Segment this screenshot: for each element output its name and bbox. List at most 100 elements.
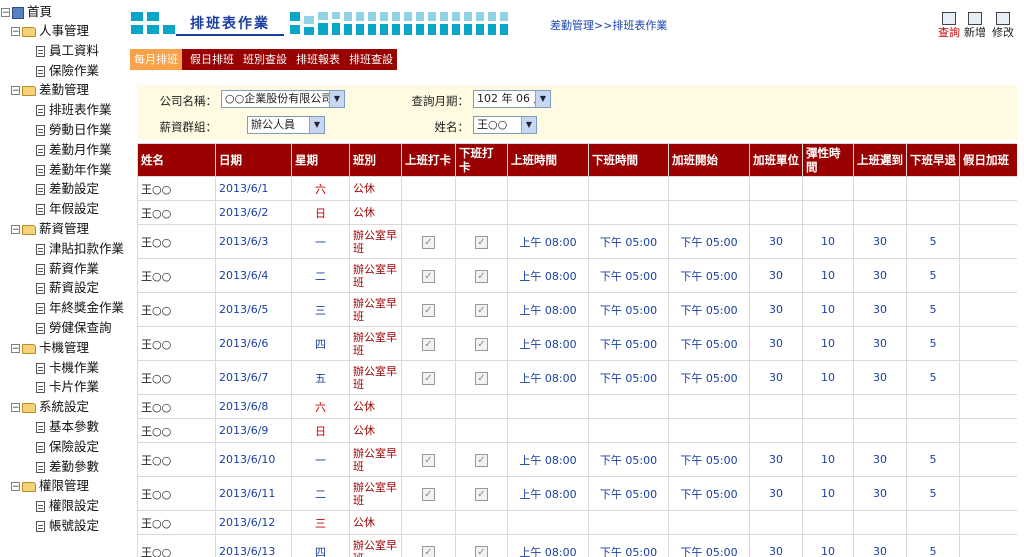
sidebar-item[interactable]: 卡片作業 (36, 377, 99, 396)
table-row[interactable]: 王○○ 2013/6/2 日公休 (137, 200, 1017, 225)
sidebar-item[interactable]: 員工資料 (36, 41, 99, 60)
clock-out-checkbox[interactable]: ✓ (475, 371, 488, 385)
collapse-icon[interactable]: − (11, 344, 20, 354)
sidebar-group[interactable]: − 權限管理 (11, 476, 89, 495)
name-select[interactable]: 王○○ ▼ (473, 116, 537, 134)
sidebar-item[interactable]: 薪資作業 (36, 259, 99, 278)
date-cell: 2013/6/4 (215, 258, 292, 293)
collapse-icon[interactable]: − (11, 403, 20, 413)
collapse-icon[interactable]: − (11, 86, 20, 96)
tab-monthly-schedule[interactable]: 每月排班 (130, 49, 182, 70)
shift-cell: 公休 (349, 418, 402, 443)
salary-group-select[interactable]: 辦公人員 ▼ (247, 116, 325, 134)
table-row[interactable]: 王○○ 2013/6/6 四辦公室早班 ✓ ✓ 上午 08:00 下午 05:00 下午 05… (137, 326, 1017, 361)
sidebar-group[interactable]: − 薪資管理 (11, 219, 89, 238)
sidebar-item[interactable]: 年假設定 (36, 199, 99, 218)
sidebar-group-label: 卡機管理 (39, 340, 90, 355)
page-icon (36, 462, 45, 473)
weekday-cell: 三 (291, 292, 350, 327)
clock-in-checkbox[interactable]: ✓ (422, 337, 435, 351)
sidebar-item[interactable]: 帳號設定 (36, 516, 99, 535)
overtime-start-cell: 下午 05:00 (668, 258, 750, 293)
table-row[interactable]: 王○○ 2013/6/12 三公休 (137, 510, 1017, 535)
tab-schedule-query[interactable]: 排班查設 (347, 49, 395, 70)
table-row[interactable]: 王○○ 2013/6/9 日公休 (137, 418, 1017, 443)
breadcrumb[interactable]: 差勤管理>>排班表作業 (550, 17, 667, 33)
clock-in-checkbox[interactable]: ✓ (422, 303, 435, 317)
clock-in-checkbox[interactable]: ✓ (422, 269, 435, 283)
sidebar-group[interactable]: − 卡機管理 (11, 338, 89, 357)
clock-out-checkbox[interactable]: ✓ (475, 453, 488, 467)
sidebar-item[interactable]: 勞動日作業 (36, 120, 112, 139)
sidebar-item[interactable]: 權限設定 (36, 496, 99, 515)
sidebar-group[interactable]: − 差勤管理 (11, 80, 89, 99)
shift-cell: 公休 (349, 394, 402, 419)
sidebar-item[interactable]: 基本參數 (36, 417, 99, 436)
tab-schedule-report[interactable]: 排班報表 (294, 49, 342, 70)
sidebar-item-label: 帳號設定 (49, 518, 100, 533)
late-cell: 30 (853, 476, 907, 511)
clock-out-checkbox[interactable]: ✓ (475, 269, 488, 283)
clock-out-checkbox[interactable]: ✓ (475, 487, 488, 501)
flex-time-cell: 10 (802, 224, 854, 259)
tree-root[interactable]: − 首頁 (1, 2, 52, 21)
clock-out-checkbox[interactable]: ✓ (475, 235, 488, 249)
sidebar-item[interactable]: 差勤參數 (36, 457, 99, 476)
clock-in-checkbox[interactable]: ✓ (422, 453, 435, 467)
date-cell: 2013/6/1 (215, 176, 292, 201)
edit-button[interactable]: 修改 (989, 12, 1017, 39)
table-row[interactable]: 王○○ 2013/6/5 三辦公室早班 ✓ ✓ 上午 08:00 下午 05:00 下午 05… (137, 292, 1017, 327)
sidebar-item[interactable]: 津貼扣款作業 (36, 239, 124, 258)
tab-holiday-schedule[interactable]: 假日排班 (188, 49, 236, 70)
sidebar-item[interactable]: 年終獎金作業 (36, 298, 124, 317)
collapse-icon[interactable]: − (11, 27, 20, 37)
table-row[interactable]: 王○○ 2013/6/7 五辦公室早班 ✓ ✓ 上午 08:00 下午 05:00 下午 05… (137, 360, 1017, 395)
table-row[interactable]: 王○○ 2013/6/1 六公休 (137, 176, 1017, 201)
sidebar-item[interactable]: 差勤月作業 (36, 140, 112, 159)
overtime-start-cell: 下午 05:00 (668, 476, 750, 511)
clock-in-cell: ✓ (401, 292, 456, 327)
table-row[interactable]: 王○○ 2013/6/3 一辦公室早班 ✓ ✓ 上午 08:00 下午 05:00 下午 05… (137, 224, 1017, 259)
table-row[interactable]: 王○○ 2013/6/11 二辦公室早班 ✓ ✓ 上午 08:00 下午 05:00 下午 0… (137, 476, 1017, 511)
tab-shift-settings[interactable]: 班別查設 (241, 49, 289, 70)
query-month-select[interactable]: 102 年 06 月 ▼ (473, 90, 551, 108)
table-row[interactable]: 王○○2013/6/13四辦公室早班✓✓上午 08:00下午 05:00下午 0… (137, 534, 1017, 557)
shift-cell: 辦公室早班 (349, 224, 402, 259)
late-cell: 30 (853, 292, 907, 327)
sidebar-item-label: 薪資設定 (49, 280, 100, 295)
query-button[interactable]: 查詢 (935, 12, 963, 39)
clock-out-checkbox[interactable]: ✓ (475, 303, 488, 317)
column-header: 上班時間 (507, 143, 589, 177)
clock-out-cell: ✓ (455, 360, 508, 395)
collapse-icon[interactable]: − (11, 482, 20, 492)
sidebar-group[interactable]: − 系統設定 (11, 397, 89, 416)
sidebar-item[interactable]: 差勤年作業 (36, 160, 112, 179)
table-row[interactable]: 王○○ 2013/6/4 二辦公室早班 ✓ ✓ 上午 08:00 下午 05:00 下午 05… (137, 258, 1017, 293)
clock-in-checkbox[interactable]: ✓ (422, 487, 435, 501)
late-cell (853, 176, 907, 201)
add-button[interactable]: 新增 (961, 12, 989, 39)
sidebar-item-label: 保險設定 (49, 439, 100, 454)
sidebar-item[interactable]: 排班表作業 (36, 100, 112, 119)
clock-in-checkbox[interactable]: ✓ (422, 371, 435, 385)
sidebar-item[interactable]: 保險作業 (36, 61, 99, 80)
sidebar-item[interactable]: 勞健保查詢 (36, 318, 112, 337)
sidebar-group[interactable]: − 人事管理 (11, 21, 89, 40)
sidebar-item[interactable]: 卡機作業 (36, 358, 99, 377)
clock-out-checkbox[interactable]: ✓ (475, 545, 488, 557)
clock-out-cell: ✓ (455, 476, 508, 511)
clock-in-checkbox[interactable]: ✓ (422, 235, 435, 249)
clock-in-checkbox[interactable]: ✓ (422, 545, 435, 557)
collapse-icon[interactable]: − (11, 225, 20, 235)
table-row[interactable]: 王○○ 2013/6/8 六公休 (137, 394, 1017, 419)
collapse-icon[interactable]: − (1, 8, 10, 18)
sidebar-item[interactable]: 保險設定 (36, 437, 99, 456)
flex-time-cell (802, 200, 854, 225)
sidebar-item[interactable]: 差勤設定 (36, 179, 99, 198)
table-row[interactable]: 王○○ 2013/6/10 一辦公室早班 ✓ ✓ 上午 08:00 下午 05:00 下午 0… (137, 442, 1017, 477)
clock-out-checkbox[interactable]: ✓ (475, 337, 488, 351)
flex-time-cell: 10 (802, 534, 854, 557)
sidebar-item[interactable]: 薪資設定 (36, 278, 99, 297)
company-select[interactable]: ○○企業股份有限公司 ▼ (221, 90, 345, 108)
flex-time-cell: 10 (802, 258, 854, 293)
